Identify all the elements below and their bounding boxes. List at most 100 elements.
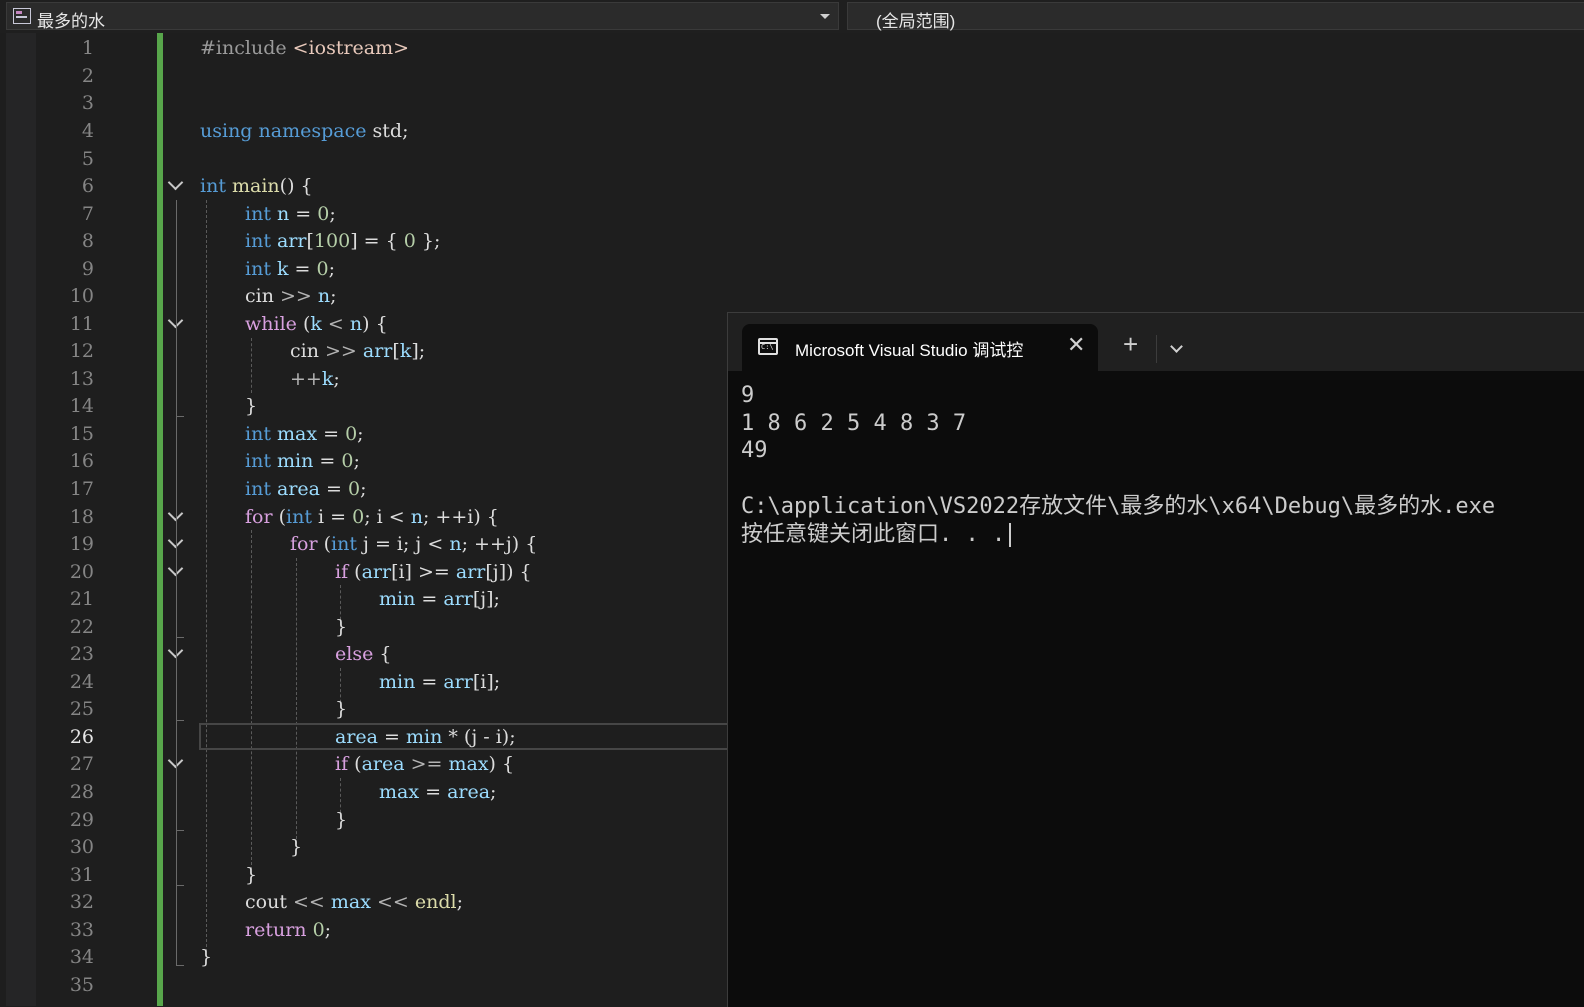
console-prompt-text: 按任意键关闭此窗口. . . (741, 522, 1006, 547)
chevron-down-icon[interactable] (820, 14, 830, 19)
code-line-16[interactable]: int min = 0; (245, 447, 360, 475)
code-line-25[interactable]: } (335, 695, 347, 723)
code-token: } (335, 809, 348, 831)
line-number: 30 (69, 836, 94, 858)
code-token: min (379, 671, 416, 693)
code-token: = (319, 478, 348, 500)
console-tab[interactable]: Microsoft Visual Studio 调试控 ✕ (742, 324, 1098, 371)
console-line: 1 8 6 2 5 4 8 3 7 (741, 411, 967, 436)
code-token: int (245, 478, 271, 500)
scope-selector-dropdown[interactable]: (全局范围) (847, 2, 1584, 31)
code-line-13[interactable]: ++k; (290, 365, 340, 393)
code-line-14[interactable]: } (245, 392, 257, 420)
code-token: = (415, 588, 444, 610)
debug-console-window[interactable]: Microsoft Visual Studio 调试控 ✕ + 9 1 8 6 … (727, 312, 1584, 1007)
code-token: int (200, 175, 226, 197)
code-token: cin (245, 285, 274, 307)
line-number: 7 (81, 203, 94, 225)
line-number: 15 (69, 423, 94, 445)
code-line-28[interactable]: max = area; (379, 778, 496, 806)
code-line-9[interactable]: int k = 0; (245, 255, 335, 283)
code-line-32[interactable]: cout << max << endl; (245, 888, 463, 916)
terminal-icon (758, 338, 778, 355)
fold-chevron-icon[interactable] (167, 174, 184, 191)
code-token: #include (200, 37, 293, 59)
code-line-34[interactable]: } (200, 943, 212, 971)
code-line-21[interactable]: min = arr[j]; (379, 585, 500, 613)
code-token: 0 (403, 230, 416, 252)
code-token: cout (245, 891, 287, 913)
code-line-23[interactable]: else { (335, 640, 391, 668)
code-line-24[interactable]: min = arr[i]; (379, 668, 500, 696)
code-token: min (277, 450, 314, 472)
code-line-7[interactable]: int n = 0; (245, 200, 336, 228)
code-line-17[interactable]: int area = 0; (245, 475, 366, 503)
code-token: i (311, 506, 325, 528)
code-token: } (290, 836, 303, 858)
code-line-18[interactable]: for (int i = 0; i < n; ++i) { (245, 503, 499, 531)
chevron-down-icon[interactable] (1170, 340, 1183, 353)
code-line-11[interactable]: while (k < n) { (245, 310, 388, 338)
code-token: ; (324, 919, 332, 941)
new-tab-button[interactable]: + (1123, 331, 1138, 357)
code-token: () { (279, 175, 313, 197)
line-number: 2 (81, 65, 94, 87)
code-line-33[interactable]: return 0; (245, 916, 331, 944)
code-token: 0 (352, 506, 365, 528)
code-token: else (335, 643, 374, 665)
change-tracking-bar (157, 33, 163, 1006)
code-token: max (277, 423, 318, 445)
close-icon[interactable]: ✕ (1067, 334, 1085, 356)
code-line-30[interactable]: } (290, 833, 302, 861)
code-token: j (356, 533, 369, 555)
code-token: n (317, 285, 331, 307)
code-line-15[interactable]: int max = 0; (245, 420, 364, 448)
code-token: }; (415, 230, 441, 252)
code-line-27[interactable]: if (area >= max) { (335, 750, 514, 778)
file-selector-label: 最多的水 (37, 12, 105, 31)
code-token: n (277, 203, 290, 225)
code-token: >= (404, 753, 449, 775)
code-line-12[interactable]: cin >> arr[k]; (290, 337, 425, 365)
code-line-6[interactable]: int main() { (200, 172, 313, 200)
code-token: ; (456, 891, 463, 913)
line-number: 16 (69, 450, 94, 472)
code-token: [ (306, 230, 314, 252)
code-line-26[interactable]: area = min * (j - i); (335, 723, 516, 751)
code-line-4[interactable]: using namespace std; (200, 117, 408, 145)
code-token: area (335, 726, 378, 748)
code-line-19[interactable]: for (int j = i; j < n; ++j) { (290, 530, 537, 558)
line-number: 35 (69, 974, 94, 996)
indent-guide (251, 530, 252, 870)
code-line-10[interactable]: cin >> n; (245, 282, 337, 310)
code-token: cin (290, 340, 319, 362)
line-number: 3 (81, 92, 94, 114)
code-token: int (245, 258, 271, 280)
code-token: ( (348, 561, 362, 583)
console-output[interactable]: 9 1 8 6 2 5 4 8 3 7 49 C:\application\VS… (728, 371, 1584, 1007)
code-line-29[interactable]: } (335, 806, 347, 834)
file-selector-dropdown[interactable]: 最多的水 (6, 2, 839, 31)
code-token: = (415, 671, 444, 693)
code-line-1[interactable]: #include <iostream> (200, 34, 409, 62)
navigation-bar: 最多的水 (全局范围) (0, 0, 1584, 33)
code-token: ; (333, 368, 340, 390)
code-token: } (335, 698, 348, 720)
code-token: [ (392, 340, 400, 362)
code-line-20[interactable]: if (arr[i] >= arr[j]) { (335, 558, 532, 586)
line-number: 33 (69, 919, 94, 941)
code-token: area (447, 781, 491, 803)
code-token: arr (443, 588, 473, 610)
line-number: 28 (69, 781, 94, 803)
code-token: ; (329, 203, 336, 225)
code-line-22[interactable]: } (335, 613, 347, 641)
code-line-31[interactable]: } (245, 861, 257, 889)
code-token: int (245, 230, 271, 252)
indent-guide (251, 338, 252, 393)
console-line: 9 (741, 383, 755, 408)
code-token: << (286, 891, 331, 913)
line-number: 18 (69, 506, 94, 528)
code-token: k (399, 340, 412, 362)
line-number: 31 (69, 864, 94, 886)
code-line-8[interactable]: int arr[100] = { 0 }; (245, 227, 440, 255)
